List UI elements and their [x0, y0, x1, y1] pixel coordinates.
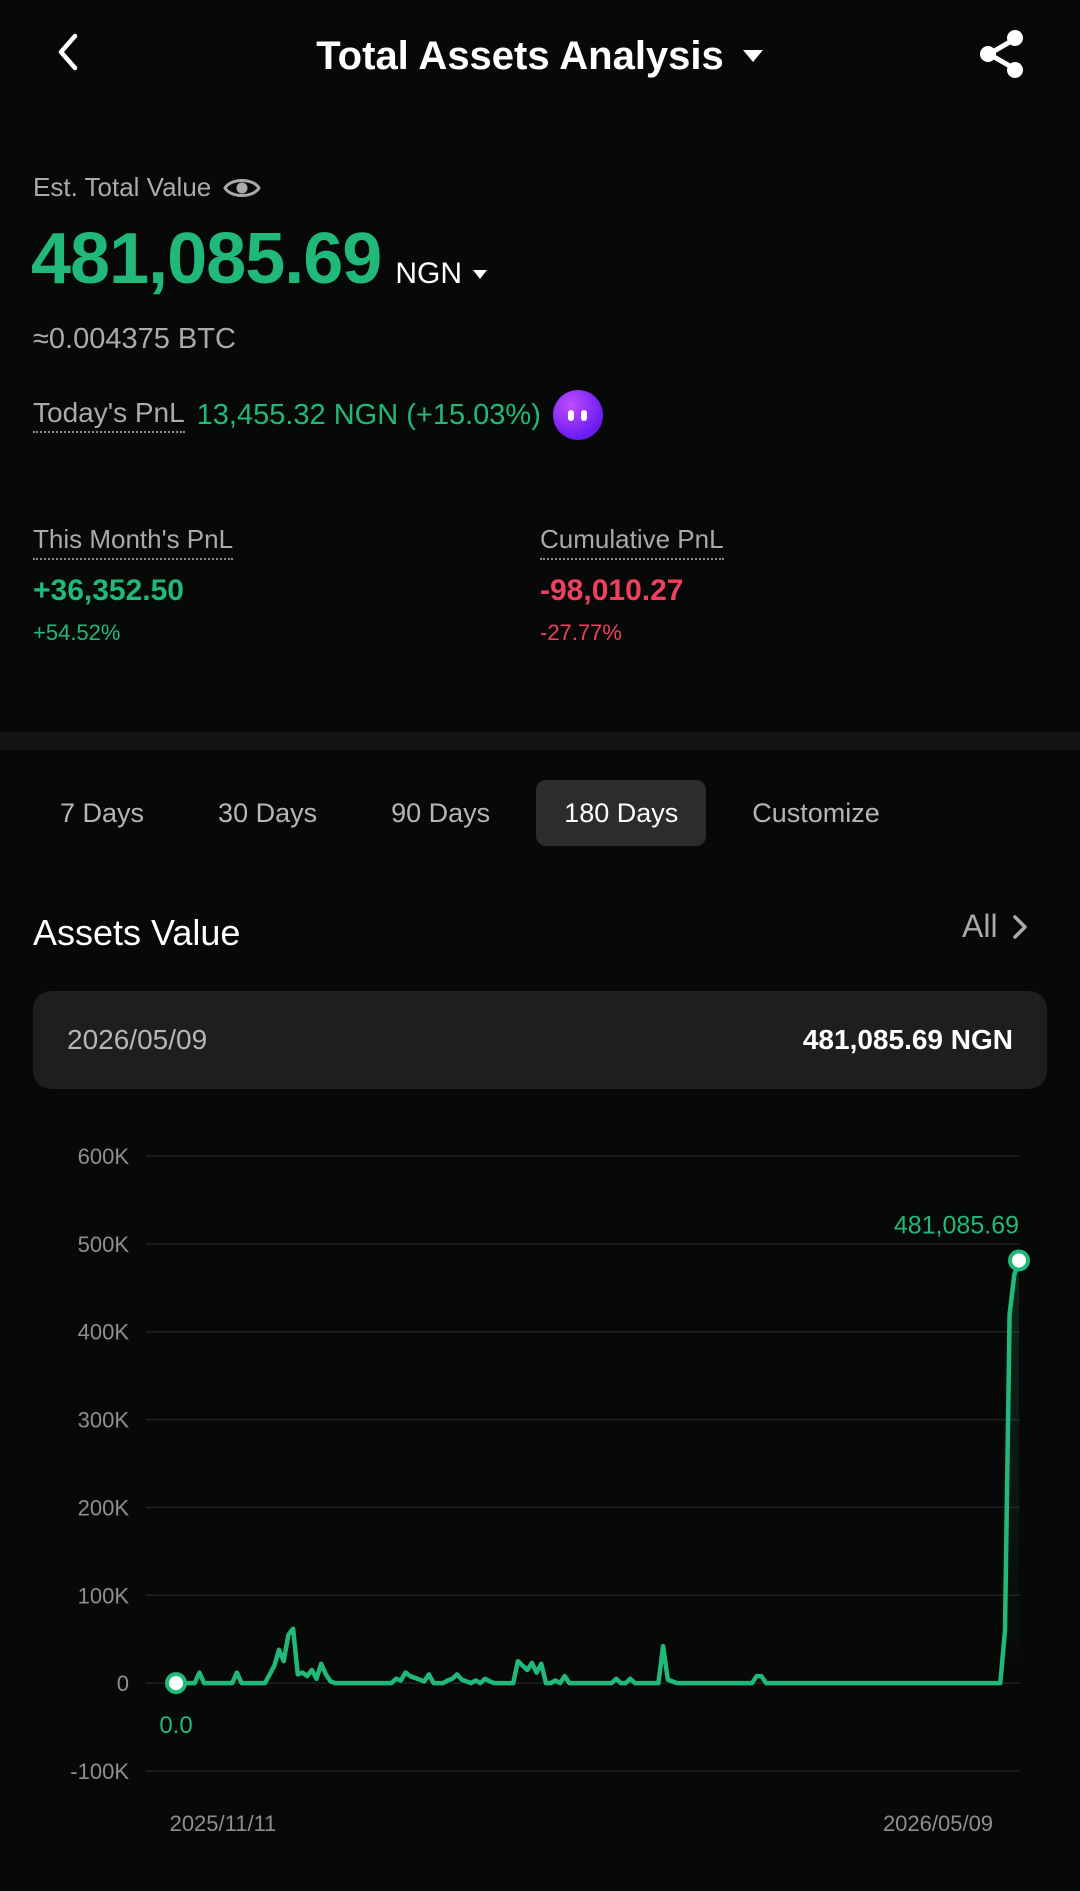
currency-selector[interactable]: NGN: [395, 257, 488, 291]
page-title: Total Assets Analysis: [316, 33, 724, 78]
series-area: [176, 1260, 1019, 1684]
series-line: [173, 1258, 1022, 1686]
y-tick-label: -100K: [70, 1759, 129, 1784]
caret-down-icon: [742, 50, 763, 62]
mascot-icon[interactable]: [552, 390, 603, 440]
y-tick-label: 600K: [78, 1144, 130, 1169]
start-point-marker: [165, 1672, 187, 1695]
cumulative-pnl: Cumulative PnL -98,010.27 -27.77%: [540, 524, 724, 646]
start-value-label: 0.0: [159, 1712, 192, 1739]
cumulative-pnl-pct: -27.77%: [540, 620, 622, 645]
eye-icon[interactable]: [223, 176, 262, 200]
todays-pnl-row: Today's PnL 13,455.32 NGN (+15.03%): [33, 390, 603, 440]
assets-value-title: Assets Value: [33, 912, 241, 953]
assets-value-chart[interactable]: 600K 500K 400K 300K 200K 100K 0 -100K 2025/11/11…: [0, 1120, 1080, 1860]
cumulative-pnl-label[interactable]: Cumulative PnL: [540, 524, 724, 560]
share-button[interactable]: [970, 22, 1034, 86]
all-link[interactable]: All: [962, 908, 1028, 945]
month-pnl-pct: +54.52%: [33, 620, 121, 645]
y-tick-label: 200K: [78, 1495, 130, 1520]
caret-down-icon: [473, 269, 488, 279]
month-pnl-label[interactable]: This Month's PnL: [33, 524, 234, 560]
y-tick-label: 300K: [78, 1408, 130, 1433]
currency-label: NGN: [395, 257, 463, 290]
all-label: All: [962, 908, 998, 944]
tab-90-days[interactable]: 90 Days: [363, 780, 518, 846]
total-value-row: 481,085.69 NGN: [31, 218, 488, 300]
y-tick-label: 100K: [78, 1583, 130, 1608]
tab-7-days[interactable]: 7 Days: [32, 780, 172, 846]
est-total-label: Est. Total Value: [33, 172, 212, 202]
end-value-label: 481,085.69: [894, 1211, 1019, 1239]
title-dropdown[interactable]: Total Assets Analysis: [0, 26, 1080, 86]
y-tick-label: 400K: [78, 1320, 130, 1345]
x-tick-label-end: 2026/05/09: [883, 1811, 993, 1836]
chevron-right-icon: [1012, 914, 1027, 939]
end-point-marker: [1008, 1249, 1030, 1272]
selected-value: 481,085.69 NGN: [802, 1024, 1013, 1055]
selected-date: 2026/05/09: [67, 1024, 208, 1055]
x-tick-label-start: 2025/11/11: [170, 1811, 277, 1836]
tab-customize[interactable]: Customize: [724, 780, 908, 846]
period-tabs: 7 Days 30 Days 90 Days 180 Days Customiz…: [32, 780, 908, 846]
y-tick-label: 0: [117, 1671, 129, 1696]
cumulative-pnl-value: -98,010.27: [540, 574, 684, 607]
y-tick-label: 500K: [78, 1232, 130, 1257]
month-pnl: This Month's PnL +36,352.50 +54.52%: [33, 524, 234, 646]
tab-30-days[interactable]: 30 Days: [190, 780, 345, 846]
todays-pnl-value: 13,455.32 NGN (+15.03%): [196, 398, 541, 431]
est-total-label-row: Est. Total Value: [33, 172, 262, 203]
month-pnl-value: +36,352.50: [33, 574, 184, 607]
todays-pnl-label[interactable]: Today's PnL: [33, 397, 185, 433]
share-icon: [980, 30, 1023, 78]
btc-equivalent: ≈0.004375 BTC: [33, 323, 236, 355]
total-value: 481,085.69: [31, 219, 382, 299]
selected-point-card: 2026/05/09 481,085.69 NGN: [33, 991, 1047, 1089]
tab-180-days[interactable]: 180 Days: [536, 780, 707, 846]
section-divider: [0, 732, 1080, 750]
